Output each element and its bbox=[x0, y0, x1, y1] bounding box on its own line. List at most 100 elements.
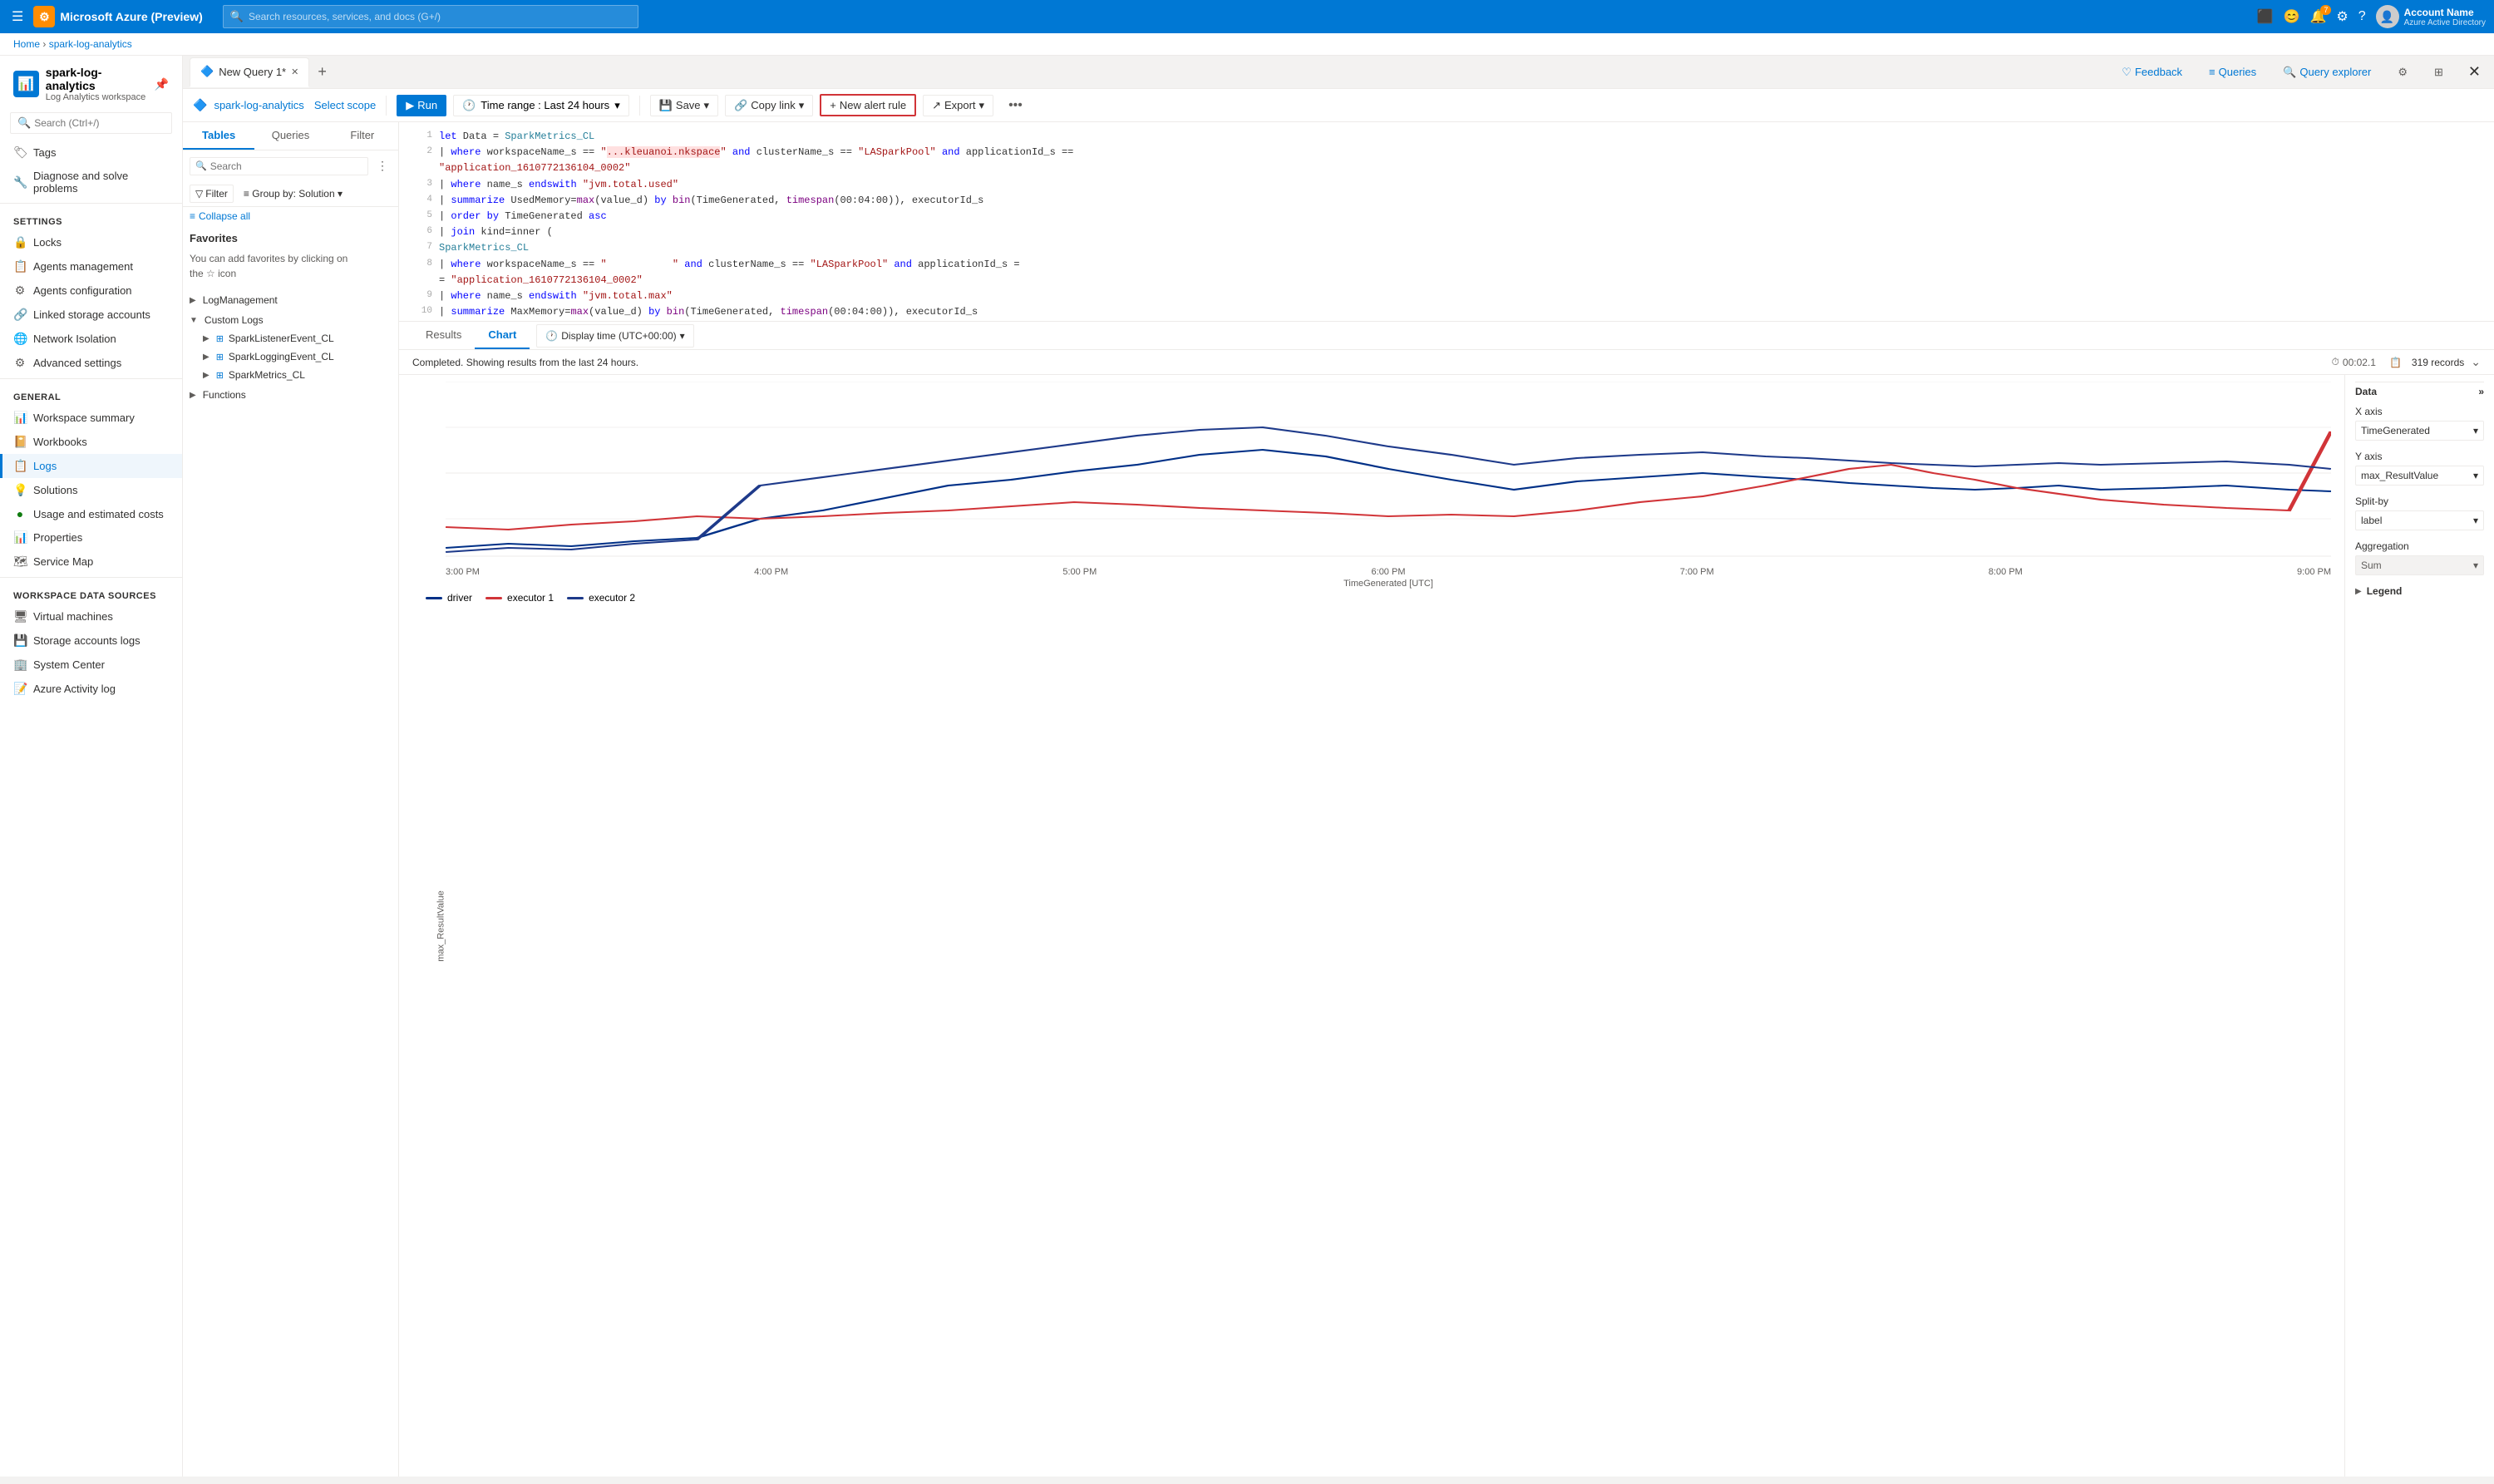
results-tab-chart[interactable]: Chart bbox=[475, 322, 530, 349]
functions-row[interactable]: ▶ Functions bbox=[183, 386, 398, 404]
legend-section[interactable]: ▶ Legend bbox=[2355, 585, 2484, 597]
virtual-machines-icon: 🖥 bbox=[13, 609, 27, 624]
results-tabs: Results Chart 🕐 Display time (UTC+00:00)… bbox=[399, 322, 2494, 350]
pin-icon[interactable]: 📌 bbox=[155, 77, 169, 91]
custom-logs-row[interactable]: ▼ Custom Logs bbox=[183, 311, 398, 329]
hamburger-menu-icon[interactable]: ☰ bbox=[8, 5, 27, 28]
sidebar-label-network: Network Isolation bbox=[33, 333, 116, 345]
table-spark-logging[interactable]: ▶ ⊞ SparkLoggingEvent_CL bbox=[196, 348, 398, 366]
sidebar-item-tags[interactable]: 🏷 Tags bbox=[0, 141, 182, 165]
clock-small-icon: 🕐 bbox=[545, 330, 558, 342]
sidebar-item-system-center[interactable]: 🏢 System Center bbox=[0, 653, 182, 677]
split-by-select[interactable]: label ▾ bbox=[2355, 510, 2484, 530]
x-axis-select[interactable]: TimeGenerated ▾ bbox=[2355, 421, 2484, 441]
feedback-icon[interactable]: 😊 bbox=[2284, 8, 2300, 25]
x-label-3: 5:00 PM bbox=[1062, 567, 1097, 577]
sidebar-item-usage[interactable]: ● Usage and estimated costs bbox=[0, 502, 182, 525]
code-line-7: 7 SparkMetrics_CL bbox=[412, 240, 2481, 256]
y-axis-setting: Y axis max_ResultValue ▾ bbox=[2355, 451, 2484, 486]
cloud-shell-icon[interactable]: ⬛ bbox=[2257, 8, 2274, 25]
schema-tab-filter[interactable]: Filter bbox=[327, 122, 398, 150]
sidebar-item-locks[interactable]: 🔒 Locks bbox=[0, 230, 182, 254]
data-section-expand-icon[interactable]: » bbox=[2478, 386, 2484, 397]
sidebar-item-workbooks[interactable]: 📔 Workbooks bbox=[0, 430, 182, 454]
code-editor[interactable]: 1 let Data = SparkMetrics_CL 2 | where w… bbox=[399, 122, 2494, 322]
queries-button[interactable]: ≡ Queries bbox=[2201, 62, 2265, 81]
save-button[interactable]: 💾 Save ▾ bbox=[650, 95, 718, 116]
settings-icon[interactable]: ⚙ bbox=[2336, 8, 2348, 25]
collapse-all-button[interactable]: ≡ Collapse all bbox=[183, 207, 398, 225]
panel-toggle-icon[interactable]: ⊞ bbox=[2426, 62, 2452, 82]
sidebar-item-virtual-machines[interactable]: 🖥 Virtual machines bbox=[0, 604, 182, 629]
sidebar-header: 📊 spark-log-analytics Log Analytics work… bbox=[0, 56, 182, 109]
sidebar-item-agents-config[interactable]: ⚙ Agents configuration bbox=[0, 279, 182, 303]
sidebar-item-storage-logs[interactable]: 💾 Storage accounts logs bbox=[0, 629, 182, 653]
copy-link-button[interactable]: 🔗 Copy link ▾ bbox=[725, 95, 813, 116]
display-time-button[interactable]: 🕐 Display time (UTC+00:00) ▾ bbox=[536, 324, 693, 348]
notification-icon[interactable]: 🔔 7 bbox=[2309, 8, 2326, 25]
schema-filter-button[interactable]: ▽ Filter bbox=[190, 185, 234, 203]
export-button[interactable]: ↗ Export ▾ bbox=[923, 95, 993, 116]
results-expand-button[interactable]: ⌄ bbox=[2471, 355, 2481, 369]
sidebar-item-azure-activity[interactable]: 📝 Azure Activity log bbox=[0, 677, 182, 701]
aggregation-select[interactable]: Sum ▾ bbox=[2355, 555, 2484, 575]
results-tab-results[interactable]: Results bbox=[412, 322, 475, 349]
sidebar-item-logs[interactable]: 📋 Logs bbox=[0, 454, 182, 478]
table-icon-2: ⊞ bbox=[216, 352, 224, 362]
schema-tab-queries[interactable]: Queries bbox=[254, 122, 326, 150]
sidebar-item-properties[interactable]: 📊 Properties bbox=[0, 525, 182, 550]
log-management-row[interactable]: ▶ LogManagement bbox=[183, 291, 398, 309]
aggregation-setting: Aggregation Sum ▾ bbox=[2355, 540, 2484, 575]
sidebar-item-workspace-summary[interactable]: 📊 Workspace summary bbox=[0, 406, 182, 430]
results-time: ⏱ 00:02.1 bbox=[2332, 356, 2376, 368]
feedback-button[interactable]: ♡ Feedback bbox=[2113, 62, 2191, 82]
table-spark-metrics[interactable]: ▶ ⊞ SparkMetrics_CL bbox=[196, 366, 398, 384]
new-alert-rule-button[interactable]: + New alert rule bbox=[820, 94, 916, 116]
help-icon[interactable]: ? bbox=[2358, 9, 2366, 24]
sidebar-label-virtual-machines: Virtual machines bbox=[33, 610, 113, 623]
sidebar-item-service-map[interactable]: 🗺 Service Map bbox=[0, 550, 182, 574]
more-options-button[interactable]: ••• bbox=[1000, 95, 1031, 116]
select-scope-link[interactable]: Select scope bbox=[314, 99, 376, 111]
account-menu[interactable]: 👤 Account Name Azure Active Directory bbox=[2376, 5, 2486, 28]
run-label: Run bbox=[417, 99, 437, 111]
code-line-9: 9 | where name_s endswith "jvm.total.max… bbox=[412, 288, 2481, 304]
layout-settings-icon[interactable]: ⚙ bbox=[2389, 62, 2416, 82]
query-explorer-button[interactable]: 🔍 Query explorer bbox=[2275, 62, 2379, 82]
advanced-icon: ⚙ bbox=[13, 356, 27, 370]
display-time-chevron-icon: ▾ bbox=[680, 330, 685, 342]
sidebar-item-linked-storage[interactable]: 🔗 Linked storage accounts bbox=[0, 303, 182, 327]
schema-tab-tables[interactable]: Tables bbox=[183, 122, 254, 150]
schema-search[interactable]: 🔍 bbox=[190, 157, 368, 175]
sidebar-label-tags: Tags bbox=[33, 146, 56, 159]
sidebar-title-group: spark-log-analytics Log Analytics worksp… bbox=[46, 66, 148, 102]
sidebar-label-properties: Properties bbox=[33, 531, 82, 544]
close-panel-button[interactable]: ✕ bbox=[2462, 60, 2487, 84]
sidebar-item-network[interactable]: 🌐 Network Isolation bbox=[0, 327, 182, 351]
query-explorer-label: Query explorer bbox=[2299, 66, 2371, 78]
sidebar-item-solutions[interactable]: 💡 Solutions bbox=[0, 478, 182, 502]
query-tab-1[interactable]: 🔷 New Query 1* ✕ bbox=[190, 57, 309, 87]
query-tab-close-icon[interactable]: ✕ bbox=[291, 67, 298, 77]
feedback-label: Feedback bbox=[2135, 66, 2182, 78]
sidebar-search[interactable]: 🔍 bbox=[10, 112, 172, 134]
global-search[interactable]: 🔍 bbox=[223, 5, 638, 28]
sidebar-item-diagnose[interactable]: 🔧 Diagnose and solve problems bbox=[0, 165, 182, 200]
sidebar-search-input[interactable] bbox=[34, 117, 165, 129]
schema-more-icon[interactable]: ⋮ bbox=[373, 155, 392, 176]
y-axis-select[interactable]: max_ResultValue ▾ bbox=[2355, 466, 2484, 486]
run-button[interactable]: ▶ Run bbox=[397, 95, 446, 116]
schema-search-input[interactable] bbox=[210, 160, 362, 172]
breadcrumb-home[interactable]: Home bbox=[13, 38, 40, 50]
add-query-tab-button[interactable]: + bbox=[311, 60, 333, 84]
log-management-expand-icon: ▶ bbox=[190, 296, 196, 305]
code-line-6: 6 | join kind=inner ( bbox=[412, 224, 2481, 240]
breadcrumb-resource[interactable]: spark-log-analytics bbox=[49, 38, 132, 50]
sidebar-item-advanced[interactable]: ⚙ Advanced settings bbox=[0, 351, 182, 375]
global-search-input[interactable] bbox=[249, 11, 631, 22]
time-range-button[interactable]: 🕐 Time range : Last 24 hours ▾ bbox=[453, 95, 629, 116]
sidebar-item-agents-mgmt[interactable]: 📋 Agents management bbox=[0, 254, 182, 279]
schema-group-button[interactable]: ≡ Group by: Solution ▾ bbox=[239, 185, 347, 202]
alert-icon: + bbox=[830, 99, 836, 111]
table-spark-listener[interactable]: ▶ ⊞ SparkListenerEvent_CL bbox=[196, 329, 398, 348]
